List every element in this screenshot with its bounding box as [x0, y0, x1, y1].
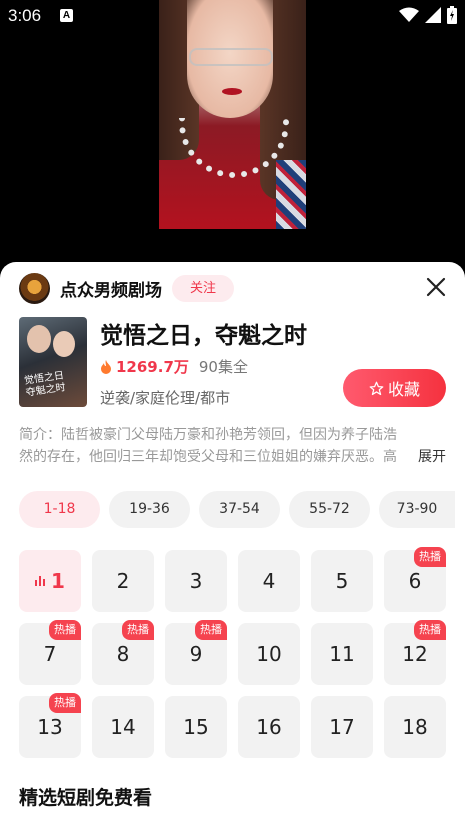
episode-number: 8 [116, 642, 130, 666]
video-player[interactable] [0, 0, 465, 262]
episode-number: 5 [335, 569, 349, 593]
episode-grid: 1 2 3 4 5 6 热播 7 热播 8 热播 9 热播 10 11 12 热播 13 热播 14 15 16 17 18 [19, 547, 447, 758]
episode-cell[interactable]: 17 [311, 696, 373, 758]
episode-number: 4 [262, 569, 276, 593]
episode-range-tabs: 1-18 19-36 37-54 55-72 73-90 [19, 491, 455, 528]
episode-number: 17 [329, 715, 355, 739]
episode-cell[interactable]: 4 [238, 550, 300, 612]
episode-number: 9 [189, 642, 203, 666]
hot-badge: 热播 [414, 547, 446, 567]
episode-number: 2 [116, 569, 130, 593]
episode-number: 12 [402, 642, 428, 666]
drama-poster[interactable]: 觉悟之日 夺魁之时 [19, 317, 87, 407]
episode-number: 15 [183, 715, 209, 739]
drama-intro: 简介：陆哲被豪门父母陆万豪和孙艳芳领回，但因为养子陆浩然的存在，他回归三年却饱受… [19, 424, 446, 468]
range-tab[interactable]: 37-54 [199, 491, 280, 528]
battery-icon [447, 6, 457, 24]
drama-tags: 逆袭/家庭伦理/都市 [100, 389, 231, 407]
drama-title: 觉悟之日，夺魁之时 [100, 323, 307, 349]
hot-badge: 热播 [49, 693, 81, 713]
status-indicator: A [60, 9, 73, 22]
channel-row: 点众男频剧场 关注 [19, 273, 234, 304]
episode-cell[interactable]: 7 热播 [19, 620, 81, 685]
episode-cell[interactable]: 3 [165, 550, 227, 612]
section-title: 精选短剧免费看 [19, 787, 153, 809]
episode-number: 10 [256, 642, 282, 666]
episode-cell[interactable]: 5 [311, 550, 373, 612]
episode-cell[interactable]: 2 [92, 550, 154, 612]
video-figure-glasses [189, 48, 273, 66]
hot-badge: 热播 [122, 620, 154, 640]
signal-icon [425, 7, 441, 23]
poster-figure [53, 331, 75, 357]
episode-number: 6 [408, 569, 422, 593]
video-frame[interactable] [159, 0, 306, 229]
range-tab[interactable]: 55-72 [289, 491, 370, 528]
status-icons [399, 6, 457, 24]
hot-badge: 热播 [49, 620, 81, 640]
episode-count: 90集全 [198, 358, 248, 376]
poster-title: 觉悟之日 夺魁之时 [23, 370, 67, 399]
collect-button[interactable]: 收藏 [343, 369, 446, 407]
drama-detail-sheet: 点众男频剧场 关注 觉悟之日 夺魁之时 觉悟之日，夺魁之时 1269.7万 90… [0, 262, 465, 828]
close-icon[interactable] [425, 276, 447, 298]
episode-number: 13 [37, 715, 63, 739]
episode-cell[interactable]: 13 热播 [19, 693, 81, 758]
now-playing-icon [35, 576, 46, 586]
expand-link[interactable]: 展开 [396, 446, 446, 468]
episode-cell[interactable]: 12 热播 [384, 620, 446, 685]
fire-icon [101, 359, 111, 374]
channel-name[interactable]: 点众男频剧场 [60, 276, 162, 301]
intro-text: 简介：陆哲被豪门父母陆万豪和孙艳芳领回，但因为养子陆浩然的存在，他回归三年却饱受… [19, 427, 397, 465]
episode-number: 18 [402, 715, 428, 739]
poster-figure [27, 325, 51, 353]
episode-cell[interactable]: 18 [384, 696, 446, 758]
channel-avatar[interactable] [19, 273, 50, 304]
hot-badge: 热播 [414, 620, 446, 640]
episode-cell[interactable]: 9 热播 [165, 620, 227, 685]
hot-badge: 热播 [195, 620, 227, 640]
heat-value: 1269.7万 [116, 358, 189, 376]
status-bar: 3:06 A [0, 0, 465, 32]
episode-cell[interactable]: 15 [165, 696, 227, 758]
video-figure-lips [222, 88, 242, 95]
range-tab[interactable]: 73-90 [379, 491, 455, 528]
range-tab[interactable]: 19-36 [109, 491, 190, 528]
wifi-icon [399, 7, 419, 22]
drama-stats: 1269.7万 90集全 [100, 356, 248, 377]
episode-number: 16 [256, 715, 282, 739]
episode-cell[interactable]: 8 热播 [92, 620, 154, 685]
episode-number: 1 [51, 569, 65, 593]
follow-button[interactable]: 关注 [172, 275, 234, 302]
episode-number: 7 [43, 642, 57, 666]
star-icon [369, 381, 384, 395]
episode-cell[interactable]: 16 [238, 696, 300, 758]
episode-number: 14 [110, 715, 136, 739]
episode-cell[interactable]: 6 热播 [384, 547, 446, 612]
episode-cell[interactable]: 10 [238, 623, 300, 685]
episode-number: 11 [329, 642, 355, 666]
episode-cell[interactable]: 1 [19, 550, 81, 612]
episode-cell[interactable]: 11 [311, 623, 373, 685]
video-plaid-shirt [276, 160, 306, 229]
status-time: 3:06 [8, 6, 42, 25]
range-tab[interactable]: 1-18 [19, 491, 100, 528]
episode-number: 3 [189, 569, 203, 593]
episode-cell[interactable]: 14 [92, 696, 154, 758]
collect-label: 收藏 [387, 380, 420, 399]
